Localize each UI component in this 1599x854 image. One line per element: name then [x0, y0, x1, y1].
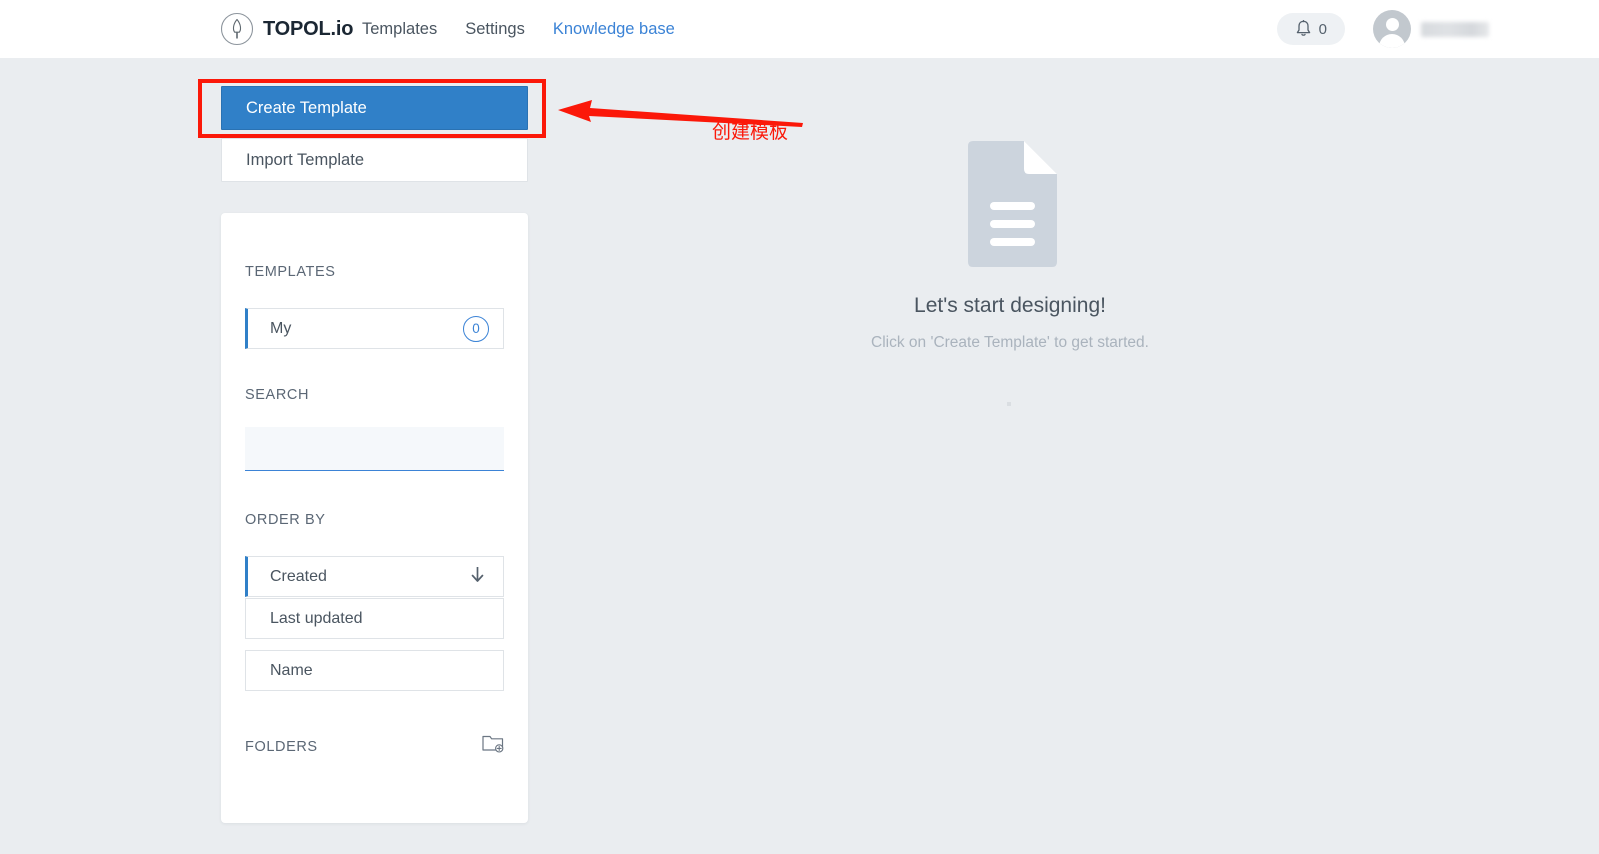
create-template-button[interactable]: Create Template [221, 86, 528, 130]
avatar [1373, 10, 1411, 48]
empty-state: Let's start designing! Click on 'Create … [820, 140, 1200, 352]
add-folder-icon[interactable] [482, 733, 504, 758]
avatar-head [1385, 18, 1399, 31]
order-by-name[interactable]: Name [245, 650, 504, 691]
nav-item-settings[interactable]: Settings [465, 20, 525, 39]
sidebar-item-label: My [270, 319, 292, 337]
empty-state-subtitle: Click on 'Create Template' to get starte… [871, 334, 1149, 351]
template-actions: Create Template Import Template [221, 86, 528, 182]
notification-count: 0 [1318, 20, 1327, 38]
avatar-body [1379, 34, 1405, 48]
empty-state-title: Let's start designing! [914, 294, 1106, 317]
order-by-last-updated[interactable]: Last updated [245, 598, 504, 639]
templates-section-label: TEMPLATES [245, 264, 336, 280]
import-template-button[interactable]: Import Template [221, 138, 528, 182]
search-input[interactable] [245, 427, 504, 471]
app-header: TOPOL.io Templates Settings Knowledge ba… [0, 0, 1599, 58]
sidebar-item-my-templates[interactable]: My 0 [245, 308, 504, 349]
user-menu[interactable] [1373, 10, 1489, 48]
order-by-section-label: ORDER BY [245, 512, 326, 528]
order-by-label: Created [270, 567, 327, 585]
filters-panel: TEMPLATES My 0 SEARCH ORDER BY Created L… [221, 213, 528, 823]
document-icon [962, 140, 1058, 268]
order-by-label: Name [270, 661, 313, 679]
bell-icon [1295, 20, 1312, 38]
arrow-down-icon [470, 566, 485, 588]
stray-pixel-artifact [1007, 402, 1011, 406]
search-section-label: SEARCH [245, 387, 310, 403]
order-by-label: Last updated [270, 609, 363, 627]
brand-name: TOPOL.io [263, 17, 354, 40]
status-badge: 0 [463, 315, 489, 342]
nav-item-templates[interactable]: Templates [362, 20, 437, 39]
annotation-label: 创建模板 [712, 121, 789, 143]
notifications-button[interactable]: 0 [1276, 13, 1345, 45]
brand-logo[interactable]: TOPOL.io [220, 12, 353, 46]
nav-item-knowledge-base[interactable]: Knowledge base [553, 20, 675, 39]
user-name-redacted [1421, 21, 1489, 37]
order-by-created[interactable]: Created [245, 556, 504, 597]
quill-logo-icon [220, 12, 254, 46]
folders-section-label: FOLDERS [245, 739, 318, 755]
main-nav: Templates Settings Knowledge base [362, 20, 675, 39]
header-right-group: 0 [1276, 10, 1489, 48]
